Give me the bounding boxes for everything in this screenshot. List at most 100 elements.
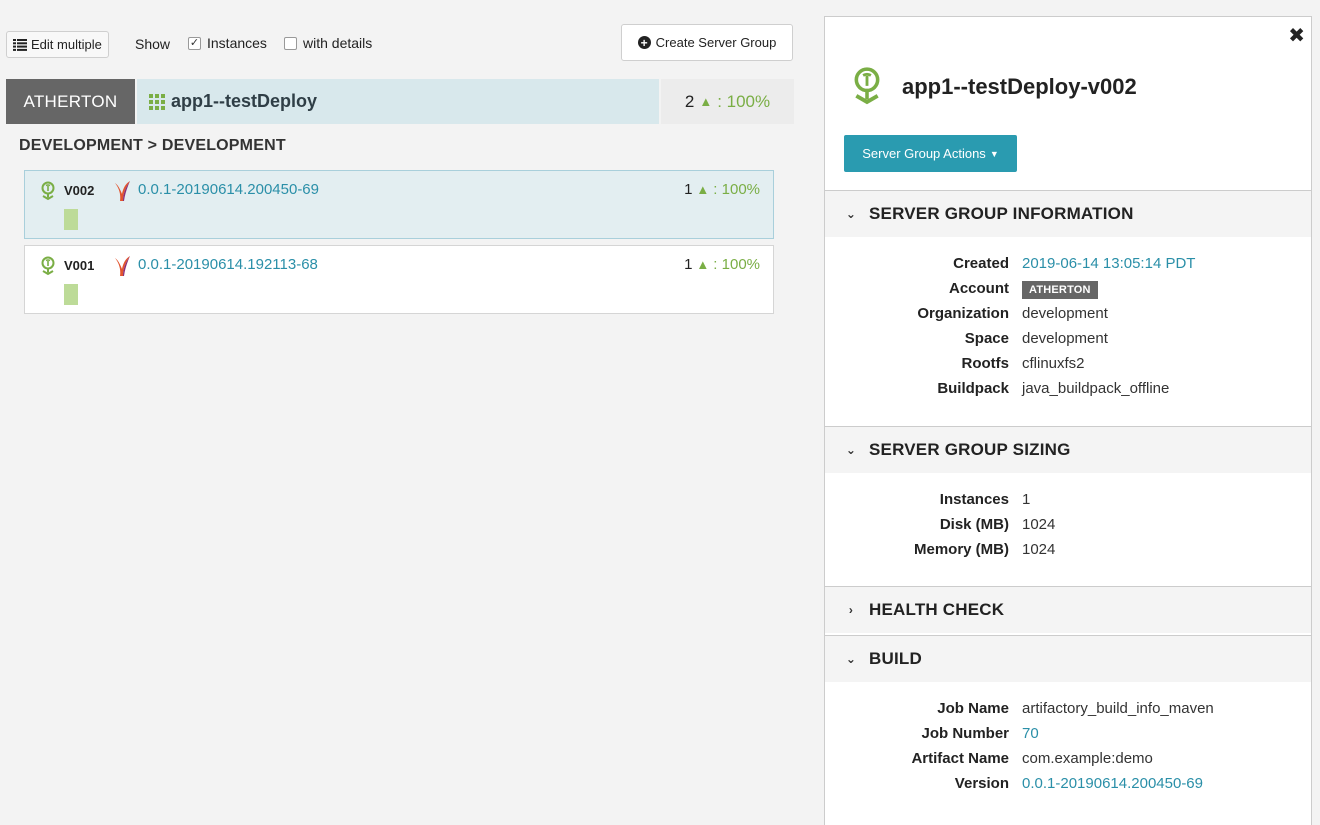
with-details-checkbox[interactable]: with details [284, 35, 372, 51]
server-group-card[interactable]: V002 0.0.1-20190614.200450-69 1 ▲ : 100% [24, 170, 774, 239]
server-group-information-section: ⌄ SERVER GROUP INFORMATION Created 2019-0… [825, 190, 1311, 401]
chevron-down-icon: ⌄ [845, 443, 857, 457]
cluster-header: ATHERTON app1--testDeploy 2 ▲ : 100% [6, 79, 794, 124]
region-label: DEVELOPMENT > DEVELOPMENT [19, 137, 286, 154]
build-section: ⌄ BUILD Job Name artifactory_build_info_m… [825, 635, 1311, 796]
section-title: SERVER GROUP SIZING [869, 440, 1071, 459]
detail-row-version: Version 0.0.1-20190614.200450-69 [825, 771, 1311, 796]
triangle-up-icon: ▲ [696, 257, 710, 272]
detail-key: Account [949, 280, 1009, 297]
edit-multiple-label: Edit multiple [31, 37, 102, 52]
cluster-grid-icon [149, 93, 165, 110]
created-link[interactable]: 2019-06-14 13:05:14 PDT [1022, 255, 1195, 272]
detail-row-organization: Organization development [825, 301, 1311, 326]
detail-row-space: Space development [825, 326, 1311, 351]
section-header[interactable]: ⌄ SERVER GROUP SIZING [825, 426, 1311, 473]
detail-value: development [1022, 305, 1108, 322]
instance-block[interactable] [64, 284, 78, 305]
caret-down-icon: ▼ [989, 148, 999, 159]
server-group-details-panel: ✖ app1--testDeploy-v002 Server Group Act… [824, 16, 1312, 825]
chevron-right-icon: › [848, 603, 854, 617]
server-group-version: V002 [64, 183, 95, 198]
health-check-section: › HEALTH CHECK [825, 586, 1311, 633]
create-server-group-label: Create Server Group [655, 35, 777, 50]
section-header[interactable]: ⌄ SERVER GROUP INFORMATION [825, 190, 1311, 237]
detail-row-buildpack: Buildpack java_buildpack_offline [825, 376, 1311, 401]
cloud-foundry-pin-icon [854, 67, 880, 105]
server-group-health-pct: : 100% [713, 181, 760, 198]
server-group-card[interactable]: V001 0.0.1-20190614.192113-68 1 ▲ : 100% [24, 245, 774, 314]
server-group-instance-count: 1 [684, 256, 693, 273]
list-icon [13, 38, 27, 51]
cloud-foundry-pin-icon [41, 256, 55, 276]
plus-circle-icon: + [637, 36, 651, 49]
instances-checkbox[interactable]: ✓ Instances [188, 35, 267, 51]
cluster-health: 2 ▲ : 100% [661, 79, 794, 124]
build-link[interactable]: 0.0.1-20190614.192113-68 [138, 256, 318, 273]
server-group-sizing-section: ⌄ SERVER GROUP SIZING Instances 1 Disk (M… [825, 426, 1311, 562]
account-tag: ATHERTON [1022, 281, 1098, 299]
detail-value: com.example:demo [1022, 750, 1153, 767]
detail-row-created: Created 2019-06-14 13:05:14 PDT [825, 251, 1311, 276]
detail-value: java_buildpack_offline [1022, 380, 1170, 397]
close-icon[interactable]: ✖ [1288, 23, 1305, 48]
detail-key: Version [954, 775, 1009, 792]
detail-key: Job Number [921, 725, 1009, 742]
detail-key: Created [953, 255, 1009, 272]
detail-row-disk: Disk (MB) 1024 [825, 512, 1311, 537]
detail-row-memory: Memory (MB) 1024 [825, 537, 1311, 562]
detail-value: artifactory_build_info_maven [1022, 700, 1214, 717]
detail-value: 1024 [1022, 541, 1056, 558]
account-badge: ATHERTON [6, 79, 135, 124]
detail-key: Instances [939, 491, 1009, 508]
detail-key: Disk (MB) [939, 516, 1009, 533]
cluster-toolbar: Edit multiple Show ✓ Instances with deta… [6, 24, 794, 62]
section-title: HEALTH CHECK [869, 600, 1005, 619]
version-link[interactable]: 0.0.1-20190614.200450-69 [1022, 775, 1203, 792]
server-group-actions-button[interactable]: Server Group Actions ▼ [844, 135, 1017, 172]
cluster-name[interactable]: app1--testDeploy [137, 79, 659, 124]
detail-key: Space [964, 330, 1009, 347]
detail-row-account: Account ATHERTON [825, 276, 1311, 301]
section-title: SERVER GROUP INFORMATION [869, 204, 1134, 223]
detail-key: Rootfs [961, 355, 1010, 372]
detail-key: Artifact Name [911, 750, 1009, 767]
detail-key: Memory (MB) [913, 541, 1009, 558]
instance-block[interactable] [64, 209, 78, 230]
create-server-group-button[interactable]: + Create Server Group [621, 24, 793, 61]
detail-value: development [1022, 330, 1108, 347]
with-details-checkbox-label: with details [303, 35, 373, 51]
detail-key: Buildpack [937, 380, 1009, 397]
triangle-up-icon: ▲ [696, 182, 710, 197]
checkmark-icon: ✓ [188, 36, 201, 50]
detail-row-instances: Instances 1 [825, 487, 1311, 512]
checkbox-box [284, 36, 297, 50]
detail-value: 1 [1022, 491, 1031, 508]
instances-checkbox-label: Instances [207, 35, 267, 51]
details-title: app1--testDeploy-v002 [902, 74, 1137, 99]
server-group-version: V001 [64, 258, 95, 273]
detail-row-artifact-name: Artifact Name com.example:demo [825, 746, 1311, 771]
section-title: BUILD [869, 649, 922, 668]
detail-value: 1024 [1022, 516, 1056, 533]
cloud-foundry-pin-icon [41, 181, 55, 201]
edit-multiple-button[interactable]: Edit multiple [6, 31, 109, 58]
detail-row-rootfs: Rootfs cflinuxfs2 [825, 351, 1311, 376]
cluster-instance-count: 2 [684, 91, 695, 111]
detail-key: Job Name [937, 700, 1009, 717]
chevron-down-icon: ⌄ [845, 652, 857, 666]
jenkins-feather-icon [115, 181, 130, 201]
triangle-up-icon: ▲ [699, 94, 713, 109]
chevron-down-icon: ⌄ [845, 207, 857, 221]
detail-value: cflinuxfs2 [1022, 355, 1085, 372]
build-link[interactable]: 0.0.1-20190614.200450-69 [138, 181, 319, 198]
job-number-link[interactable]: 70 [1022, 725, 1039, 742]
server-group-health: 1 ▲ : 100% [684, 256, 760, 273]
section-header[interactable]: › HEALTH CHECK [825, 586, 1311, 633]
show-label: Show [135, 36, 171, 52]
server-group-health-pct: : 100% [713, 256, 760, 273]
section-header[interactable]: ⌄ BUILD [825, 635, 1311, 682]
cluster-health-pct: : 100% [717, 91, 771, 111]
cluster-name-label: app1--testDeploy [171, 91, 318, 111]
server-group-instance-count: 1 [684, 181, 693, 198]
